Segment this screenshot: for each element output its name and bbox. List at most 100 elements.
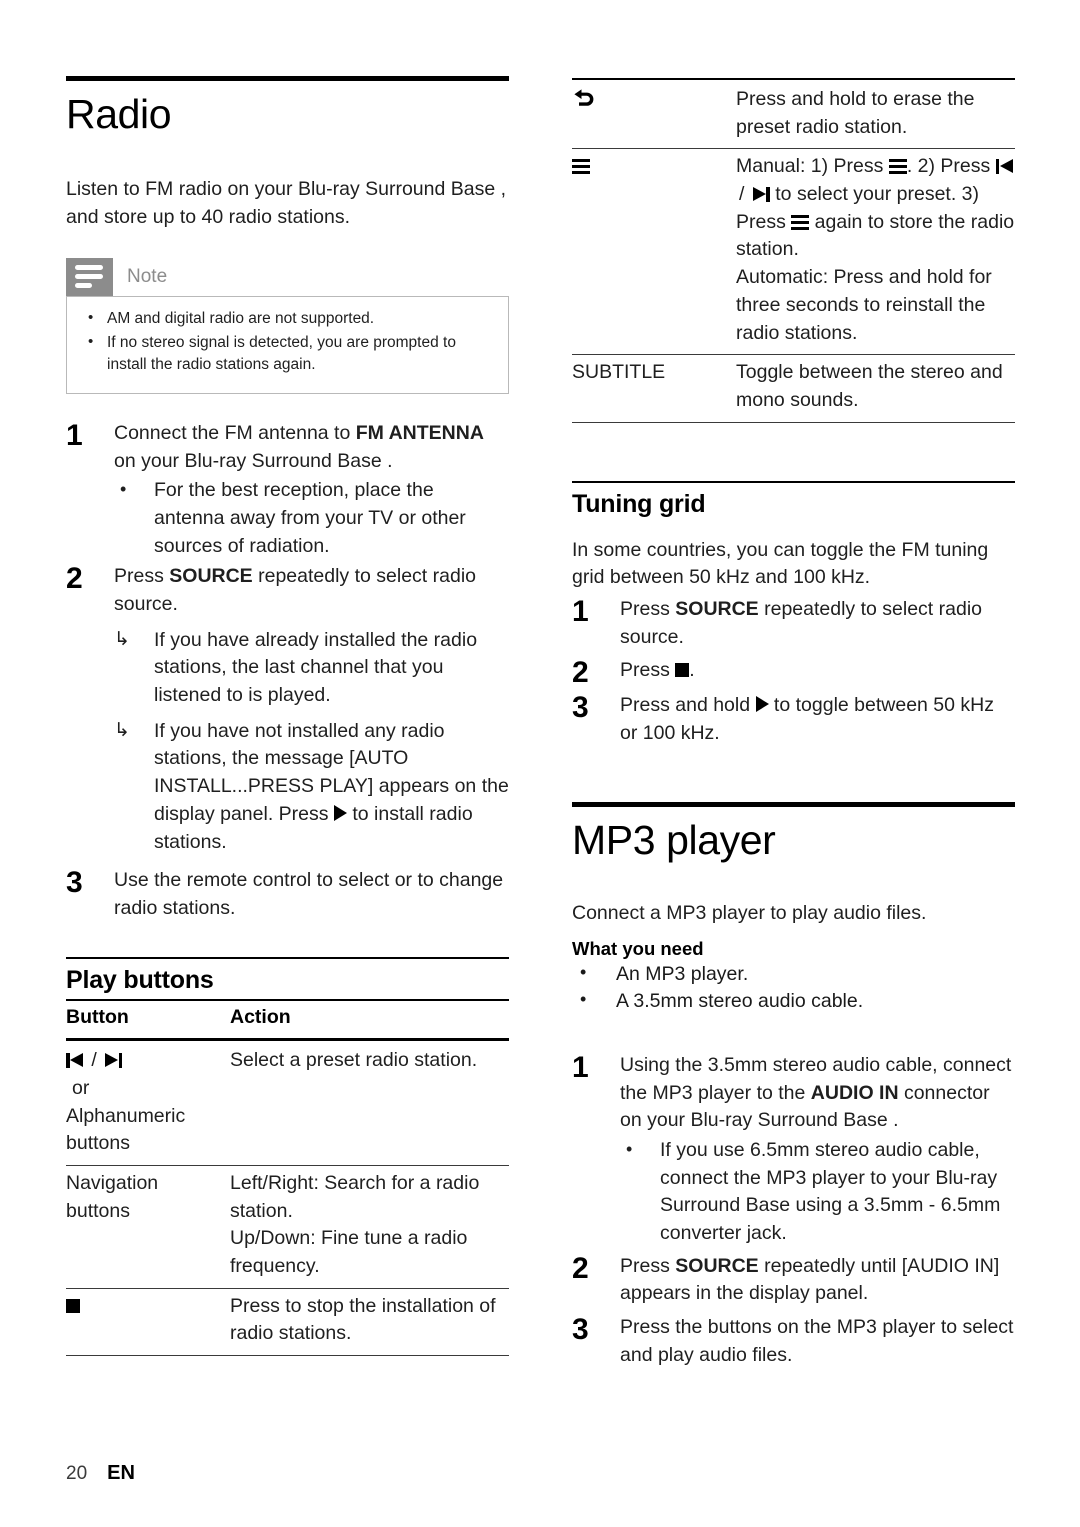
- navigation-label: Navigation: [66, 1172, 159, 1195]
- step-number: 2: [66, 562, 83, 596]
- sub-bullet-text: For the best reception, place the antenn…: [154, 479, 466, 557]
- play-icon: [755, 696, 769, 713]
- slash-separator: /: [86, 1049, 103, 1072]
- action-text-part: . 2) Press: [906, 155, 996, 178]
- step-text: Press and hold to toggle between 50 kHz …: [620, 692, 1015, 747]
- arrow-hook-icon: ↳: [114, 628, 130, 650]
- step-item: 2 Press SOURCE repeatedly until [AUDIO I…: [572, 1253, 1015, 1308]
- mp3-player-intro: Connect a MP3 player to play audio files…: [572, 901, 927, 924]
- left-column: Radio Listen to FM radio on your Blu-ray…: [66, 0, 509, 1356]
- back-arrow-icon: [574, 89, 594, 106]
- stop-icon: [66, 1298, 80, 1313]
- step-text: Press SOURCE repeatedly until [AUDIO IN]…: [620, 1253, 1015, 1308]
- radio-intro-paragraph: Listen to FM radio on your Blu-ray Surro…: [66, 178, 507, 228]
- arrow-hook-icon: ↳: [114, 719, 130, 741]
- step-1-bullets: • For the best reception, place the anten…: [114, 477, 509, 560]
- step-text: Press SOURCE repeatedly to select radio …: [114, 563, 509, 857]
- table-cell-button: [572, 79, 736, 149]
- source-label: SOURCE: [675, 597, 759, 620]
- mp3-player-section: MP3 player Connect a MP3 player to play …: [572, 801, 1015, 1370]
- bullet-dot-icon: •: [626, 1138, 633, 1159]
- sub-bullet-text: If you have already installed the radio …: [154, 628, 478, 707]
- subsection-what-you-need: What you need: [572, 937, 704, 959]
- step-text-part: Press: [114, 565, 170, 588]
- column-header-action: Action: [230, 1005, 291, 1028]
- step-item: 3 Press the buttons on the MP3 player to…: [572, 1314, 1015, 1369]
- section-rule-top: [66, 956, 509, 959]
- table-cell-buttons-label: buttons: [66, 1132, 130, 1155]
- step-item: 1 Press SOURCE repeatedly to select radi…: [572, 596, 1015, 651]
- skip-buttons-group: /: [66, 1047, 220, 1075]
- play-buttons-table-continued: Press and hold to erase the preset radio…: [572, 78, 1015, 423]
- table-cell-action: Press to stop the installation of radio …: [230, 1294, 496, 1345]
- step-number: 3: [66, 866, 83, 900]
- table-cell-button: Navigation buttons: [66, 1166, 230, 1289]
- tuning-grid-steps: 1 Press SOURCE repeatedly to select radi…: [572, 596, 1015, 748]
- right-column: Press and hold to erase the preset radio…: [572, 0, 1015, 1371]
- sub-bullet-item: • For the best reception, place the anten…: [114, 477, 509, 560]
- note-item: If no stereo signal is detected, you are…: [81, 331, 494, 377]
- table-cell-button: [66, 1288, 230, 1355]
- list-item: A 3.5mm stereo audio cable.: [572, 987, 1015, 1016]
- chapter-rule-top: [572, 801, 1015, 807]
- sub-bullet-item: ↳ If you have not installed any radio sta…: [114, 718, 509, 856]
- mp3-step-1-bullets: • If you use 6.5mm stereo audio cable, co…: [620, 1137, 1015, 1248]
- table-cell-button: SUBTITLE: [572, 361, 666, 384]
- sub-bullet-item: • If you use 6.5mm stereo audio cable, co…: [620, 1137, 1015, 1248]
- section-rule-top: [572, 480, 1015, 483]
- table-cell-alphanumeric-label: Alphanumeric: [66, 1104, 186, 1127]
- table-cell-action: Toggle between the stereo and mono sound…: [736, 361, 1003, 411]
- step-item: 2 Press SOURCE repeatedly to select radi…: [66, 563, 509, 857]
- note-item: AM and digital radio are not supported.: [81, 306, 494, 330]
- what-you-need-list: An MP3 player. A 3.5mm stereo audio cabl…: [572, 960, 1015, 1016]
- section-title-tuning-grid: Tuning grid: [572, 489, 706, 518]
- step-number: 1: [572, 1050, 589, 1084]
- skip-previous-icon: [66, 1053, 83, 1069]
- table-cell-button: / or Alphanumeric buttons: [66, 1040, 230, 1166]
- table-row: SUBTITLE Toggle between the stereo and m…: [572, 355, 1015, 423]
- table-row: / or Alphanumeric buttons Select a prese…: [66, 1040, 509, 1166]
- note-lines-icon: [66, 257, 113, 296]
- step-number: 1: [66, 418, 83, 452]
- table-row: Press to stop the installation of radio …: [66, 1288, 509, 1356]
- page-footer: 20 EN: [66, 1462, 135, 1485]
- step-item: 3 Press and hold to toggle between 50 kH…: [572, 692, 1015, 747]
- table-cell-action: Manual: 1) Press . 2) Press / to select …: [736, 149, 1015, 355]
- play-buttons-table: Button Action / or Alphanumeric buttons …: [66, 999, 509, 1357]
- note-body: AM and digital radio are not supported. …: [66, 295, 509, 394]
- step-item: 2 Press .: [572, 657, 1015, 688]
- step-item: 3 Use the remote control to select or to…: [66, 867, 509, 922]
- step-text: Press .: [620, 657, 1015, 688]
- menu-icon: [888, 159, 907, 175]
- step-number: 3: [572, 691, 589, 725]
- note-title: Note: [127, 265, 168, 287]
- step-number: 2: [572, 656, 589, 690]
- table-row: Manual: 1) Press . 2) Press / to select …: [572, 149, 1015, 355]
- skip-next-icon: [752, 187, 770, 203]
- play-icon: [333, 804, 347, 821]
- tuning-grid-intro: In some countries, you can toggle the FM…: [572, 538, 989, 589]
- step-item: 1 Using the 3.5mm stereo audio cable, co…: [572, 1052, 1015, 1249]
- table-header-row: Button Action: [66, 999, 509, 1040]
- table-cell-action: Press and hold to erase the preset radio…: [736, 88, 975, 138]
- table-cell-or-label: or: [72, 1076, 90, 1099]
- step-text-part: Press: [620, 659, 676, 682]
- bullet-dot-icon: •: [120, 479, 127, 500]
- table-cell-action: Left/Right: Search for a radio station. …: [230, 1166, 509, 1289]
- action-text-part: Manual: 1) Press: [736, 155, 889, 178]
- step-text: Connect the FM antenna to FM ANTENNA on …: [114, 420, 509, 561]
- action-automatic-line: Automatic: Press and hold for three seco…: [736, 266, 992, 344]
- step-number: 1: [572, 594, 589, 628]
- list-item: An MP3 player.: [572, 960, 1015, 989]
- skip-next-icon: [105, 1053, 123, 1069]
- sub-bullet-text: If you use 6.5mm stereo audio cable, con…: [660, 1138, 1001, 1245]
- tuning-grid-section: Tuning grid In some countries, you can t…: [572, 480, 1015, 748]
- mp3-player-steps: 1 Using the 3.5mm stereo audio cable, co…: [572, 1052, 1015, 1370]
- table-row: Press and hold to erase the preset radio…: [572, 79, 1015, 149]
- table-cell-action: Select a preset radio station.: [230, 1049, 478, 1072]
- step-text: Use the remote control to select or to c…: [114, 869, 504, 919]
- stop-icon: [675, 663, 690, 678]
- step-text: Press SOURCE repeatedly to select radio …: [620, 596, 1015, 651]
- step-text-part: Press: [620, 1254, 676, 1277]
- manual-page: Radio Listen to FM radio on your Blu-ray…: [0, 0, 1080, 1527]
